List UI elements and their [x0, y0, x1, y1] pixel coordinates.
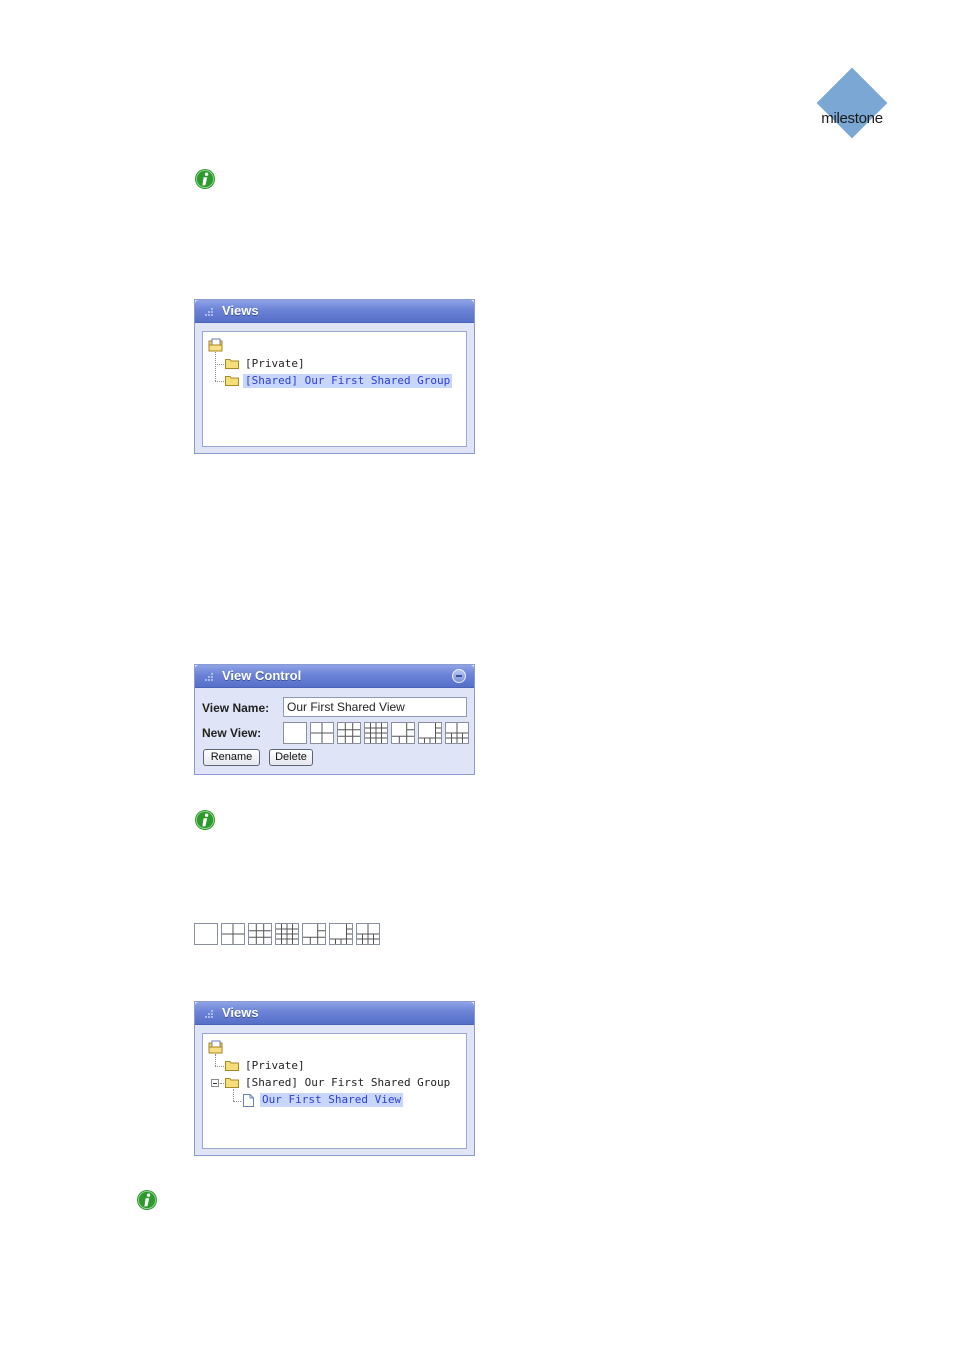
logo-text: milestone [821, 110, 883, 127]
layout-1x1-button[interactable] [194, 923, 218, 945]
folder-icon [225, 1061, 239, 1071]
panel-header: Views [195, 1002, 474, 1025]
layout-1plus7-button[interactable] [418, 722, 442, 744]
tree-item-shared-view[interactable]: Our First Shared View [260, 1093, 404, 1107]
views-root-icon[interactable] [208, 1040, 224, 1054]
layout-2plus8-button[interactable] [356, 923, 380, 945]
info-icon [194, 168, 216, 190]
panel-header: Views [195, 300, 474, 323]
layout-2x2-button[interactable] [310, 722, 334, 744]
delete-button[interactable]: Delete [269, 749, 313, 766]
tree-item-private[interactable]: [Private] [243, 357, 307, 371]
layout-buttons [283, 722, 469, 744]
layout-1plus5-button[interactable] [302, 923, 326, 945]
info-icon [136, 1189, 158, 1211]
views-tree: [Private] [Shared] Our First Shared Grou… [202, 331, 467, 447]
panel-title: Views [222, 303, 259, 318]
grip-icon [205, 1010, 213, 1018]
views-tree: [Private] [Shared] Our First Shared Grou… [202, 1033, 467, 1149]
grip-icon [205, 308, 213, 316]
collapse-icon[interactable] [452, 669, 466, 683]
layout-3x3-button[interactable] [248, 923, 272, 945]
view-name-label: View Name: [202, 701, 270, 715]
panel-title: View Control [222, 668, 302, 683]
views-root-icon[interactable] [208, 338, 224, 352]
layout-buttons [194, 923, 380, 945]
info-icon [194, 809, 216, 831]
view-name-input[interactable]: Our First Shared View [283, 697, 467, 717]
panel-header: View Control [195, 665, 474, 688]
layout-1plus5-button[interactable] [391, 722, 415, 744]
tree-item-shared-group[interactable]: [Shared] Our First Shared Group [243, 374, 453, 388]
views-panel: Views [Private] [Shared] Our First Share… [194, 299, 475, 454]
layout-3x3-button[interactable] [337, 722, 361, 744]
panel-title: Views [222, 1005, 259, 1020]
tree-item-shared-group[interactable]: [Shared] Our First Shared Group [243, 1076, 452, 1090]
folder-icon [225, 1078, 239, 1088]
tree-item-private[interactable]: [Private] [243, 1059, 307, 1073]
layout-1plus7-button[interactable] [329, 923, 353, 945]
view-document-icon [243, 1094, 254, 1107]
grip-icon [205, 673, 213, 681]
view-control-panel: View Control View Name: Our First Shared… [194, 664, 475, 775]
layout-1x1-button[interactable] [283, 722, 307, 744]
new-view-label: New View: [202, 726, 262, 740]
rename-button[interactable]: Rename [203, 749, 260, 766]
layout-4x4-button[interactable] [275, 923, 299, 945]
folder-icon [225, 359, 239, 369]
layout-4x4-button[interactable] [364, 722, 388, 744]
logo-diamond [816, 67, 888, 139]
milestone-logo: milestone [814, 66, 890, 142]
layout-2plus8-button[interactable] [445, 722, 469, 744]
layout-2x2-button[interactable] [221, 923, 245, 945]
collapse-tree-icon[interactable] [211, 1079, 219, 1087]
folder-icon [225, 376, 239, 386]
views-panel: Views [Private] [Shared] Our First Share… [194, 1001, 475, 1156]
